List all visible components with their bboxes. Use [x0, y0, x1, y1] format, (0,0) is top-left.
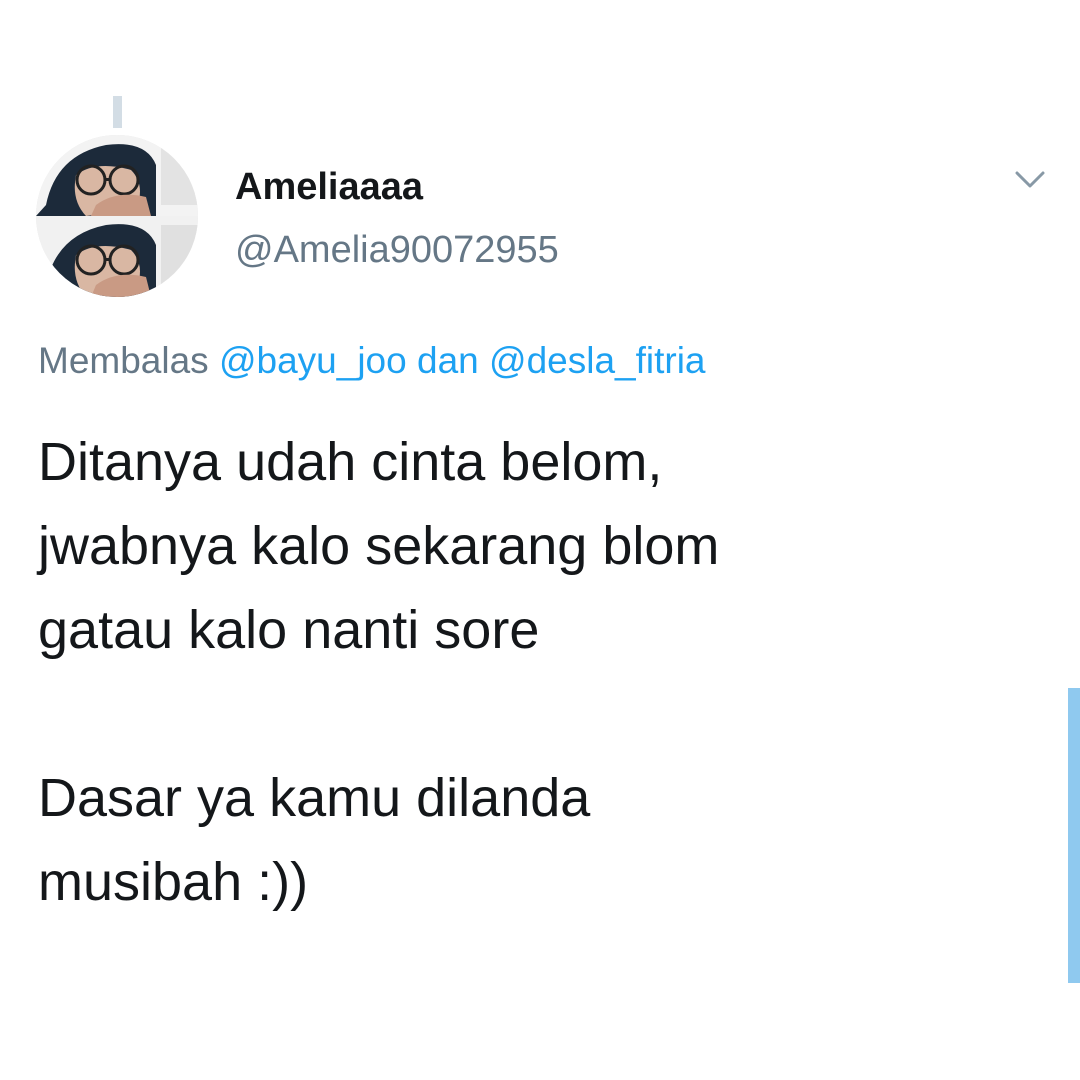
chevron-down-icon[interactable] — [1010, 160, 1050, 200]
reply-prefix: Membalas — [38, 340, 209, 381]
tweet-line: Ditanya udah cinta belom, — [38, 432, 663, 492]
mention-link-desla[interactable]: @desla_fitria — [489, 340, 706, 381]
reply-context: Membalas @bayu_joo dan @desla_fitria — [38, 340, 706, 382]
reply-conjunction: dan — [417, 340, 479, 381]
tweet-paragraph: Dasar ya kamu dilanda musibah :)) — [38, 756, 1038, 924]
tweet-paragraph: Ditanya udah cinta belom, jwabnya kalo s… — [38, 420, 1038, 672]
thread-connector-line — [113, 96, 122, 128]
scrollbar-thumb[interactable] — [1068, 688, 1080, 983]
mention-link-bayu[interactable]: @bayu_joo — [219, 340, 407, 381]
tweet-line: jwabnya kalo sekarang blom — [38, 516, 720, 576]
tweet-line: Dasar ya kamu dilanda — [38, 768, 591, 828]
tweet-line: gatau kalo nanti sore — [38, 600, 540, 660]
tweet-line: musibah :)) — [38, 852, 309, 912]
avatar-photo — [36, 135, 198, 297]
author-handle[interactable]: @Amelia90072955 — [235, 229, 559, 272]
author-display-name[interactable]: Ameliaaaa — [235, 166, 423, 209]
tweet-text: Ditanya udah cinta belom, jwabnya kalo s… — [38, 420, 1038, 924]
avatar[interactable] — [36, 135, 198, 297]
